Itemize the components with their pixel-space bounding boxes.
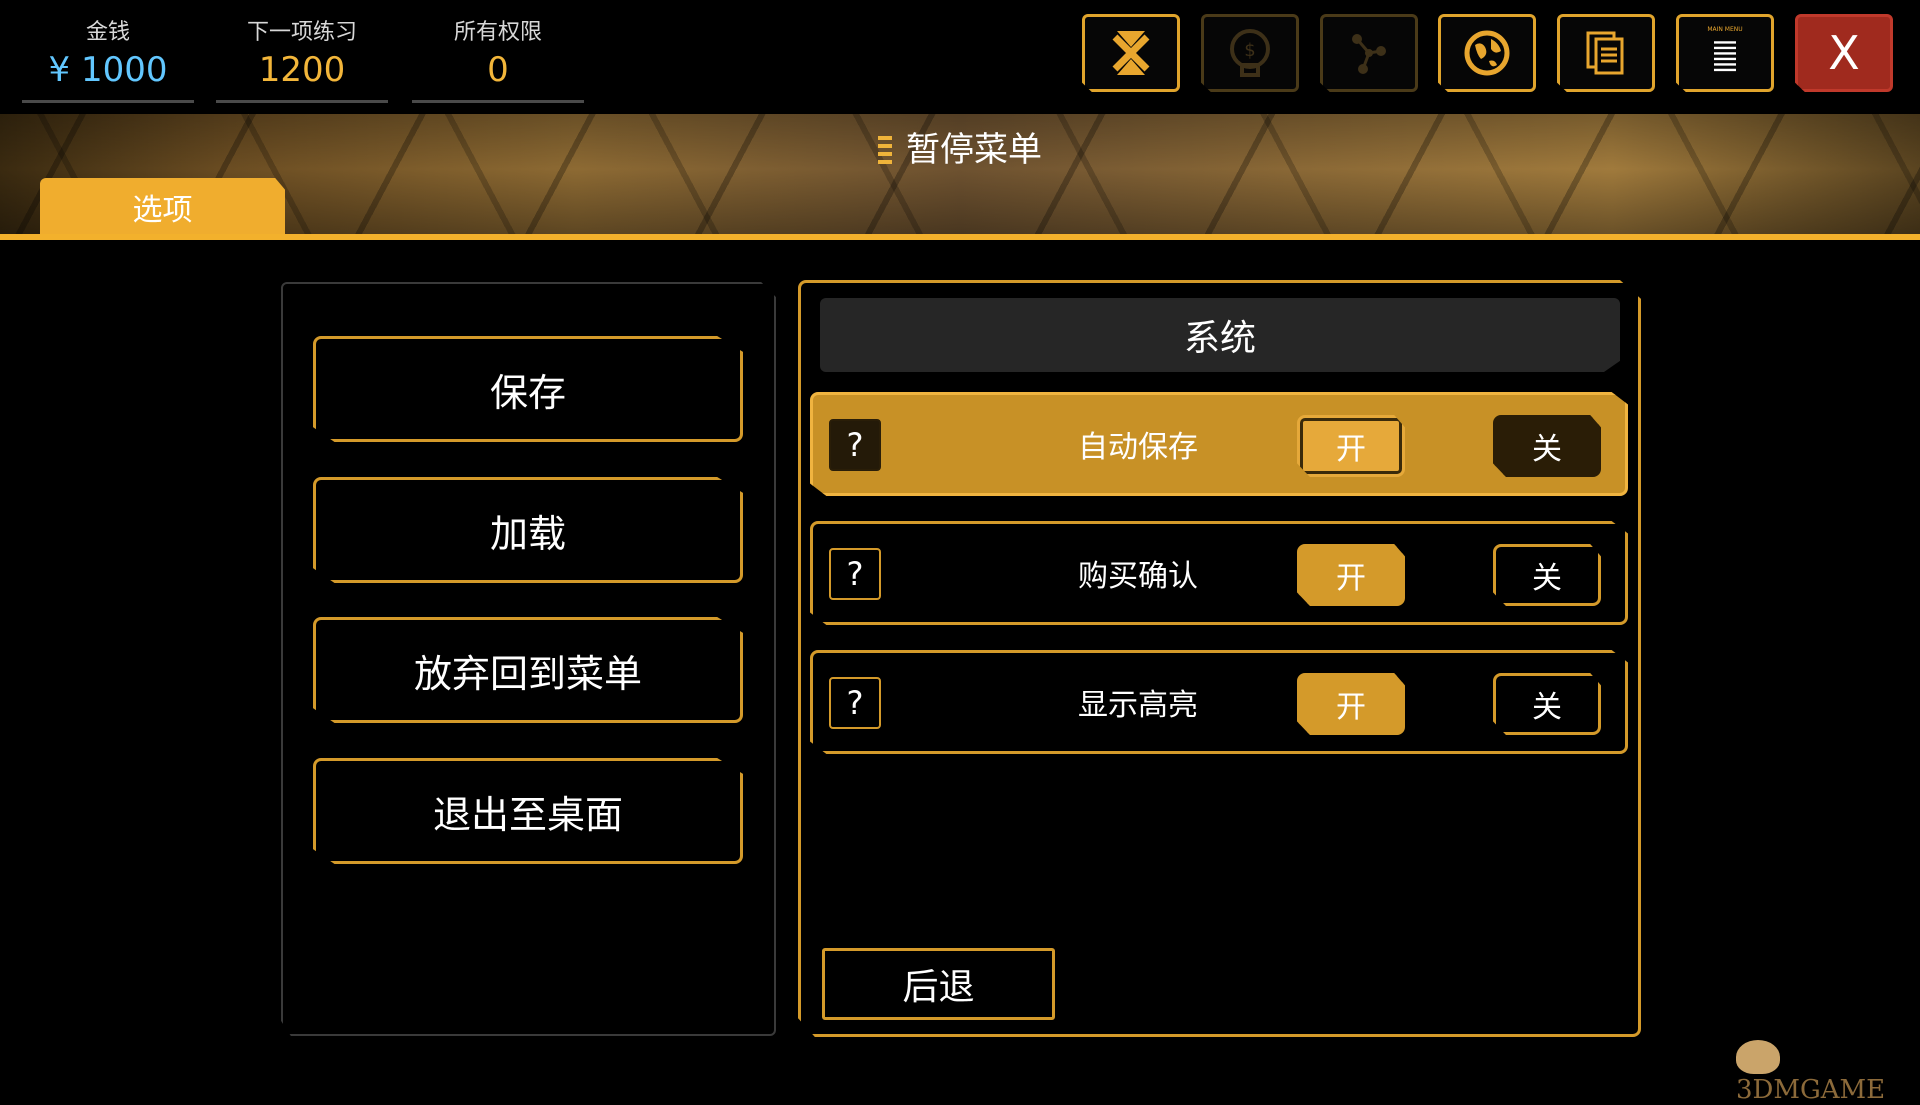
system-section-header: 系统 <box>820 298 1620 372</box>
load-button[interactable]: 加载 <box>313 477 743 583</box>
banner-divider <box>0 234 1920 240</box>
close-button[interactable]: X <box>1795 14 1893 92</box>
augmentation-icon <box>1112 31 1150 75</box>
globe-map-icon <box>1464 30 1510 76</box>
watermark-logo: 3DMGAME <box>1736 1040 1920 1105</box>
tab-options[interactable]: 选项 <box>40 178 285 236</box>
praxis-points-underline <box>412 100 584 103</box>
next-praxis-stat: 下一项练习 1200 <box>216 14 388 103</box>
social-button[interactable] <box>1320 14 1418 92</box>
toggle-on-button[interactable]: 开 <box>1297 415 1405 477</box>
save-button[interactable]: 保存 <box>313 336 743 442</box>
map-button[interactable] <box>1438 14 1536 92</box>
documents-button[interactable] <box>1557 14 1655 92</box>
main-menu-caption: MAIN MENU <box>1707 25 1743 33</box>
toggle-off-button[interactable]: 关 <box>1493 415 1601 477</box>
money-label: 金钱 <box>85 20 130 45</box>
next-praxis-value: 1200 <box>258 50 346 90</box>
help-button[interactable]: ? <box>829 677 881 729</box>
pause-menu-title: 暂停菜单 <box>0 122 1920 171</box>
skull-money-icon: $ <box>1230 29 1270 77</box>
back-button[interactable]: 后退 <box>822 948 1055 1020</box>
option-label: 自动保存 <box>1078 430 1198 465</box>
praxis-points-value: 0 <box>487 50 509 90</box>
next-praxis-underline <box>216 100 388 103</box>
inventory-button[interactable]: $ <box>1201 14 1299 92</box>
toggle-on-button[interactable]: 开 <box>1297 673 1405 735</box>
toggle-off-button[interactable]: 关 <box>1493 673 1601 735</box>
main-menu-button[interactable]: MAIN MENU <box>1676 14 1774 92</box>
option-row-purchase-confirm[interactable]: ? 购买确认 开 关 <box>810 521 1628 625</box>
praxis-points-stat: 所有权限 0 <box>412 14 584 103</box>
exit-to-desktop-button[interactable]: 退出至桌面 <box>313 758 743 864</box>
title-bars-icon <box>878 136 892 164</box>
praxis-points-label: 所有权限 <box>453 20 542 45</box>
money-stat: 金钱 ¥ 1000 <box>22 14 194 103</box>
augmentations-button[interactable] <box>1082 14 1180 92</box>
toggle-off-button[interactable]: 关 <box>1493 544 1601 606</box>
main-menu-icon <box>1714 40 1736 71</box>
mascot-icon <box>1736 1040 1780 1074</box>
option-row-show-highlights[interactable]: ? 显示高亮 开 关 <box>810 650 1628 754</box>
money-value: ¥ 1000 <box>48 50 168 90</box>
close-icon: X <box>1828 26 1860 80</box>
next-praxis-label: 下一项练习 <box>246 20 357 45</box>
option-label: 显示高亮 <box>1078 688 1198 723</box>
money-underline <box>22 100 194 103</box>
help-button[interactable]: ? <box>829 548 881 600</box>
toggle-on-button[interactable]: 开 <box>1297 544 1405 606</box>
network-icon <box>1352 34 1386 74</box>
documents-icon <box>1586 31 1624 75</box>
help-button[interactable]: ? <box>829 419 881 471</box>
option-row-autosave[interactable]: ? 自动保存 开 关 <box>810 392 1628 496</box>
abandon-to-menu-button[interactable]: 放弃回到菜单 <box>313 617 743 723</box>
option-label: 购买确认 <box>1078 559 1198 594</box>
svg-text:$: $ <box>1244 40 1255 61</box>
pause-menu-title-text: 暂停菜单 <box>906 130 1042 170</box>
